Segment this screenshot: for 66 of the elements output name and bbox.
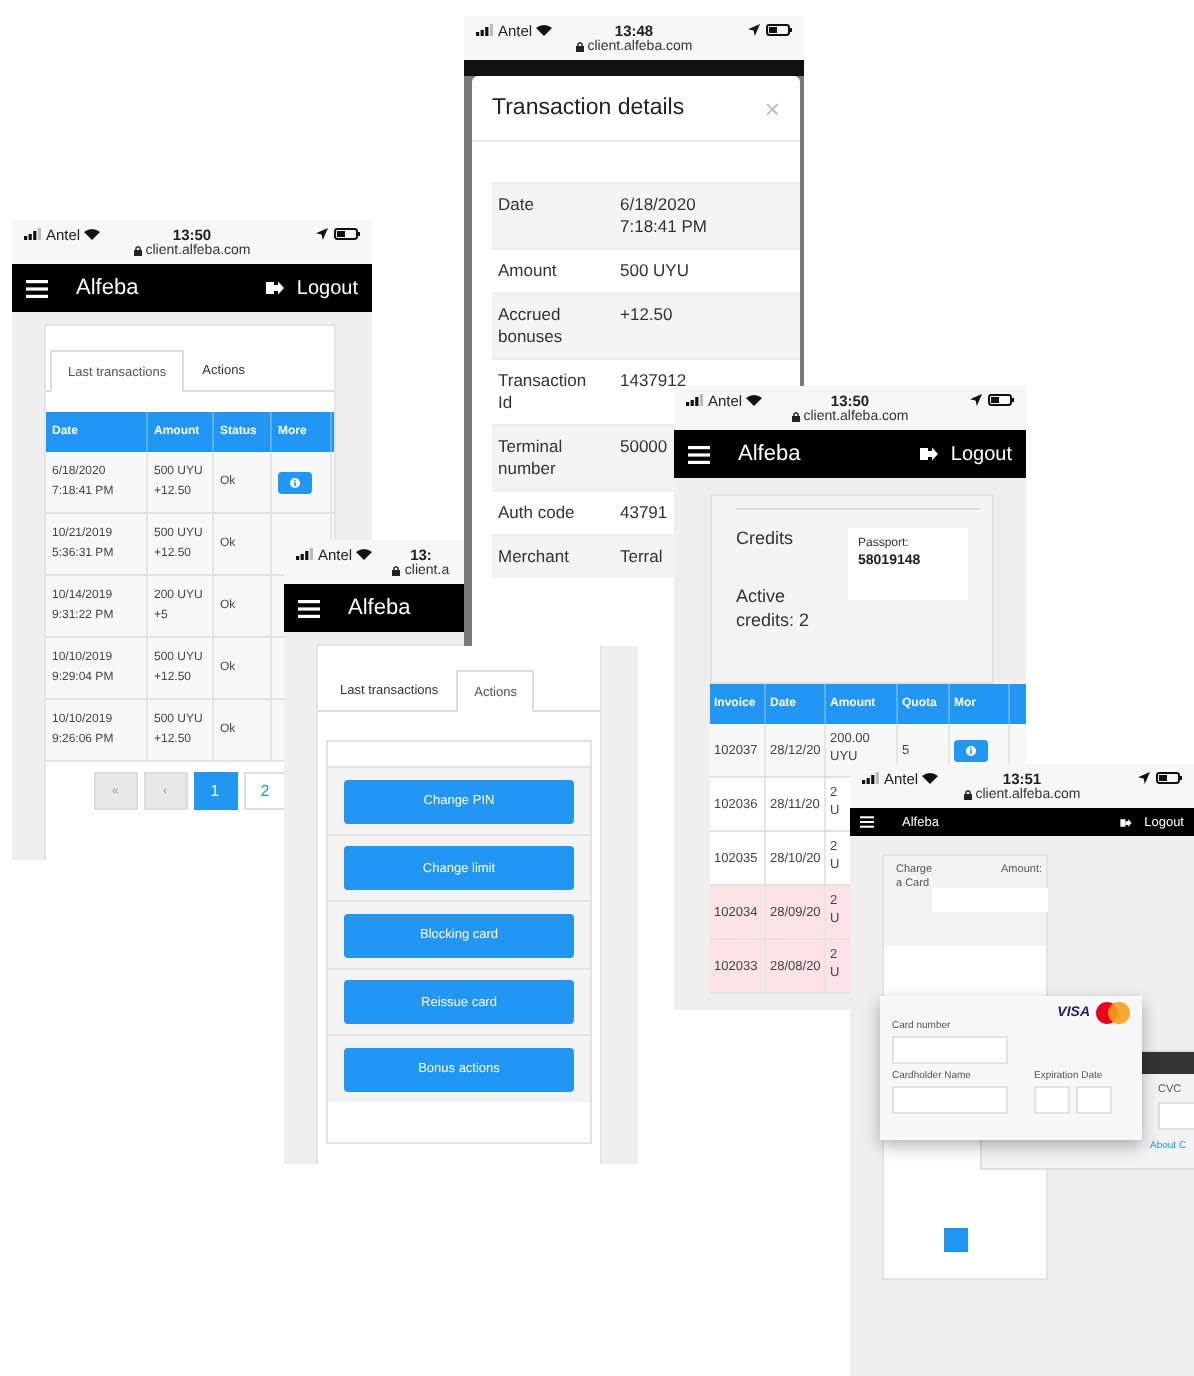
two-circles-logo-icon: [1096, 1002, 1130, 1024]
page-link[interactable]: 1: [193, 772, 237, 810]
detail-label: Auth code: [496, 502, 577, 524]
detail-value: 1437912: [620, 370, 687, 394]
detail-label: Date: [496, 194, 536, 218]
dialog-title: Transaction details: [492, 96, 685, 120]
battery-icon: [766, 24, 792, 36]
location-arrow-icon: [748, 24, 760, 36]
signal-icon: [862, 772, 880, 784]
detail-label: Amount: [496, 260, 559, 282]
card-number-field[interactable]: [892, 1036, 1008, 1064]
signal-icon: [296, 548, 314, 560]
lock-icon: [791, 412, 800, 422]
battery-icon: [334, 228, 360, 240]
brand-name: Alfeba: [348, 596, 411, 620]
wifi-icon: [356, 548, 373, 560]
signal-icon: [24, 228, 42, 240]
wifi-icon: [84, 228, 101, 240]
detail-label: Transaction Id: [496, 370, 589, 414]
logout-link[interactable]: Logout: [950, 443, 1012, 465]
expiry-year-field[interactable]: [1076, 1086, 1112, 1114]
info-button[interactable]: [954, 739, 988, 761]
logout-icon[interactable]: [1120, 817, 1133, 827]
lock-icon: [575, 42, 584, 52]
info-icon: [290, 477, 300, 487]
detail-value: 50000: [620, 436, 668, 460]
menu-icon[interactable]: [688, 445, 710, 463]
menu-icon[interactable]: [26, 279, 48, 297]
active-credits-text: Active credits: 2: [736, 584, 812, 632]
detail-value: 500 UYU: [620, 260, 689, 282]
battery-icon: [988, 394, 1014, 406]
cvc-field[interactable]: [1158, 1102, 1194, 1130]
logout-icon[interactable]: [266, 280, 285, 296]
lock-icon: [392, 566, 401, 576]
info-icon: [966, 745, 976, 755]
signal-icon: [476, 24, 494, 36]
signal-icon: [686, 394, 704, 406]
wifi-icon: [922, 772, 939, 784]
detail-value: 43791: [620, 502, 668, 524]
lock-icon: [963, 790, 972, 800]
page-link[interactable]: 2: [243, 772, 287, 810]
detail-value: Terral: [620, 546, 663, 568]
detail-value: +12.50: [620, 304, 673, 328]
battery-icon: [1156, 772, 1182, 784]
menu-icon[interactable]: [860, 816, 874, 828]
section-title: Credits: [736, 528, 796, 548]
brand-name: Alfeba: [76, 276, 139, 300]
expiry-month-field[interactable]: [1034, 1086, 1070, 1114]
amount-field[interactable]: [932, 888, 1048, 912]
wifi-icon: [536, 24, 553, 36]
menu-icon[interactable]: [298, 599, 320, 617]
location-arrow-icon: [316, 228, 328, 240]
detail-label: Accrued bonuses: [496, 304, 565, 348]
close-button[interactable]: ×: [764, 93, 780, 123]
brand-name: Alfeba: [738, 442, 801, 466]
detail-value: 6/18/2020 7:18:41 PM: [620, 194, 709, 238]
logout-link[interactable]: Logout: [296, 277, 358, 299]
info-button[interactable]: [278, 471, 312, 493]
detail-label: Terminal number: [496, 436, 565, 480]
lock-icon: [133, 246, 142, 256]
cardholder-name-field[interactable]: [892, 1086, 1008, 1114]
wifi-icon: [746, 394, 763, 406]
location-arrow-icon: [970, 394, 982, 406]
detail-label: Merchant: [496, 546, 571, 568]
logout-icon[interactable]: [920, 446, 939, 462]
location-arrow-icon: [1138, 772, 1150, 784]
